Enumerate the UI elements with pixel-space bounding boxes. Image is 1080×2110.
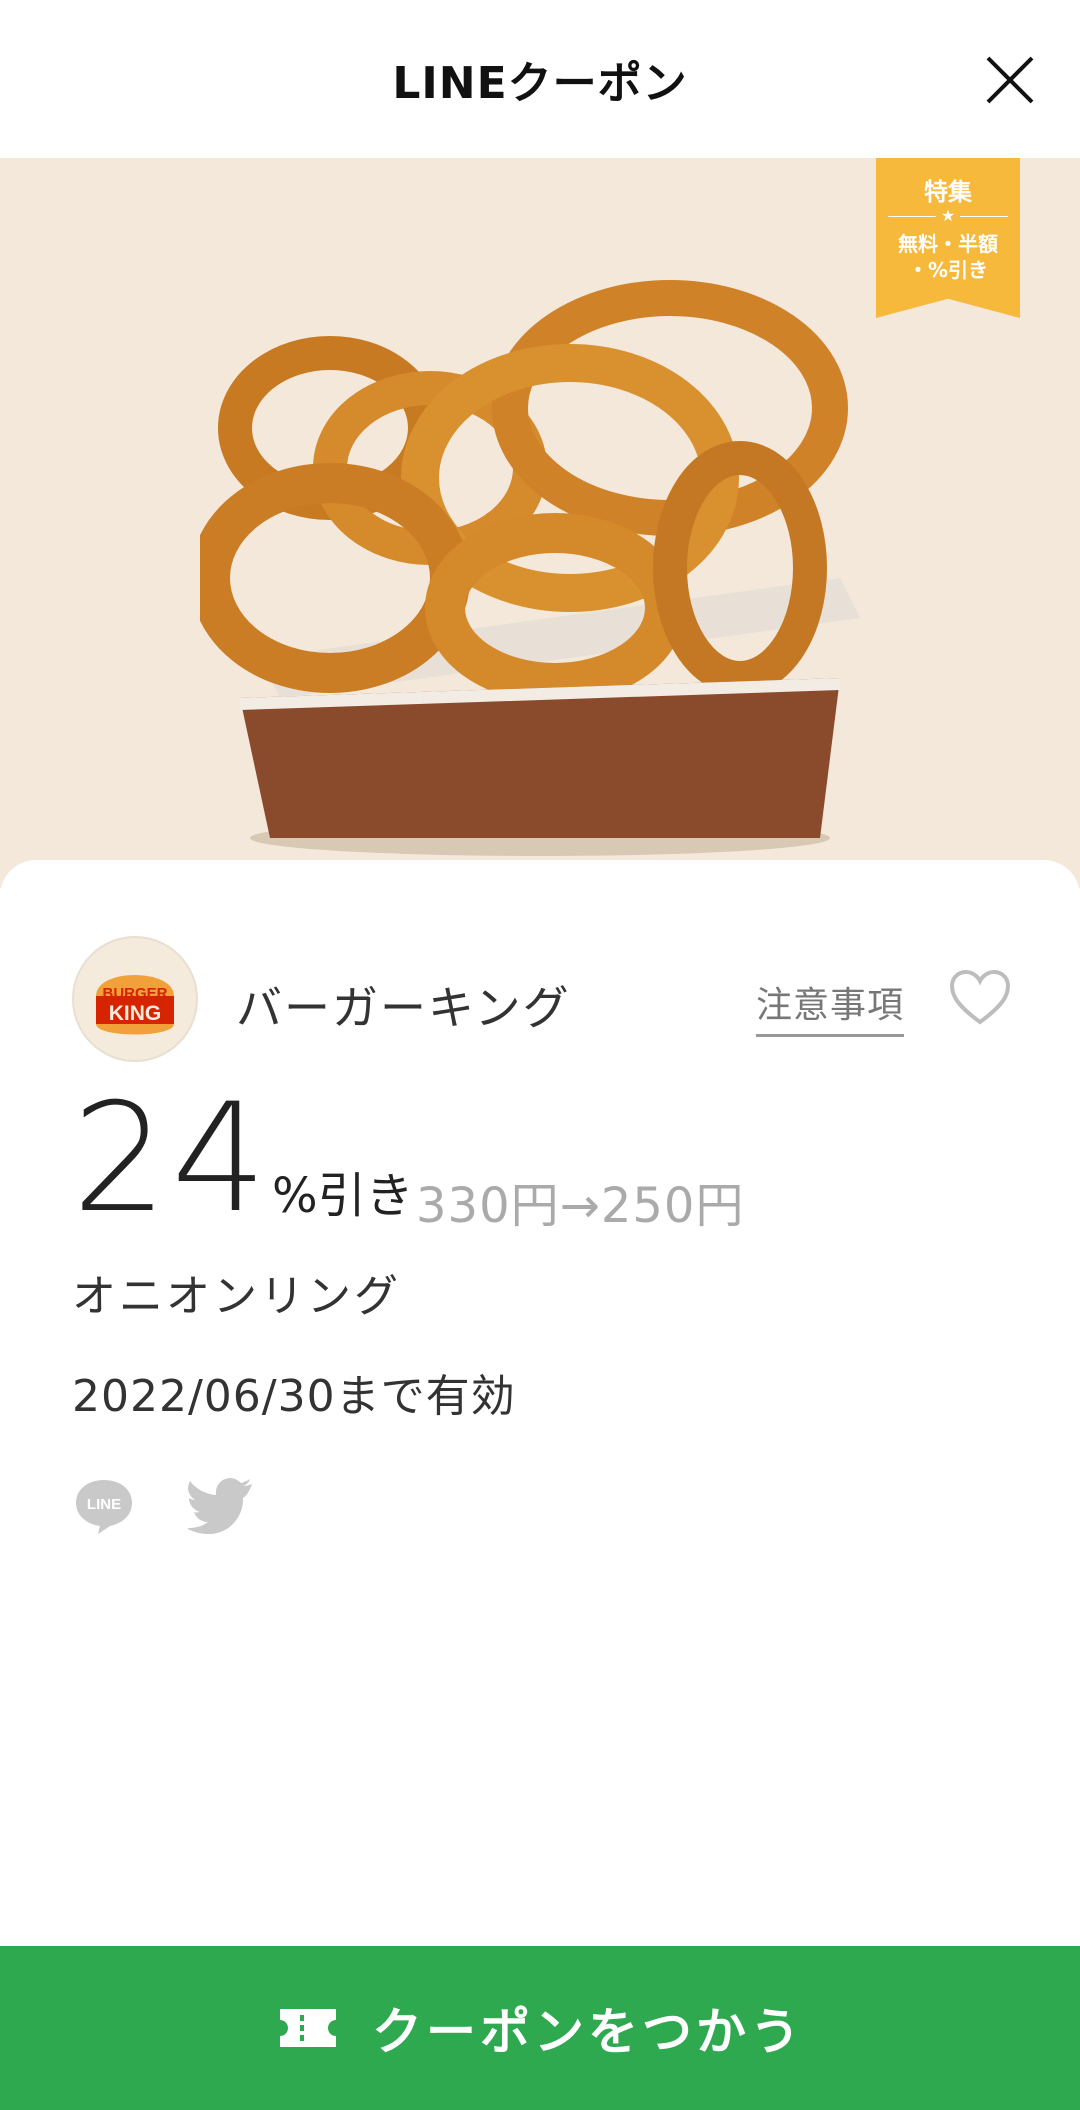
brand-row: BURGER KING バーガーキング 注意事項 bbox=[72, 932, 1012, 1062]
discount-value: 24 bbox=[72, 1072, 271, 1246]
valid-until: 2022/06/30まで有効 bbox=[72, 1371, 516, 1422]
notes-link[interactable]: 注意事項 bbox=[756, 976, 905, 1037]
coupon-card: BURGER KING バーガーキング 注意事項 24 %引き 330円→250… bbox=[0, 860, 1080, 1950]
close-icon[interactable] bbox=[980, 50, 1040, 110]
logo-text-burger: BURGER bbox=[102, 985, 167, 1002]
ribbon-line-2: ・%引き bbox=[907, 258, 989, 282]
ribbon-title: 特集 bbox=[924, 178, 972, 206]
logo-text-king: KING bbox=[109, 1002, 162, 1025]
discount-unit: %引き bbox=[272, 1168, 414, 1224]
app-header: LINEクーポン bbox=[0, 0, 1080, 158]
brand-name[interactable]: バーガーキング bbox=[236, 972, 571, 1038]
header-title: LINEクーポン bbox=[392, 58, 688, 109]
ticket-icon bbox=[280, 2009, 336, 2047]
star-icon: ★ bbox=[876, 207, 1020, 225]
line-icon-label: LINE bbox=[87, 1496, 121, 1513]
price-change: 330円→250円 bbox=[416, 1178, 745, 1234]
feature-ribbon[interactable]: 特集 ★ 無料・半額 ・%引き bbox=[876, 158, 1020, 318]
line-icon[interactable]: LINE bbox=[72, 1474, 136, 1538]
ribbon-subtitle: 無料・半額 ・%引き bbox=[876, 231, 1020, 283]
ribbon-line-1: 無料・半額 bbox=[898, 232, 998, 256]
heart-icon[interactable] bbox=[948, 968, 1012, 1028]
onion-rings-image bbox=[200, 280, 860, 856]
item-name: オニオンリング bbox=[72, 1271, 401, 1322]
use-coupon-button[interactable]: クーポンをつかう bbox=[0, 1946, 1080, 2110]
coupon-hero-image: 特集 ★ 無料・半額 ・%引き bbox=[0, 158, 1080, 888]
twitter-icon[interactable] bbox=[188, 1476, 254, 1536]
use-coupon-label: クーポンをつかう bbox=[372, 2003, 804, 2061]
discount-row: 24 %引き 330円→250円 bbox=[72, 1072, 1012, 1246]
burger-king-logo-icon: BURGER KING bbox=[96, 975, 174, 1035]
brand-logo[interactable]: BURGER KING bbox=[72, 936, 198, 1062]
